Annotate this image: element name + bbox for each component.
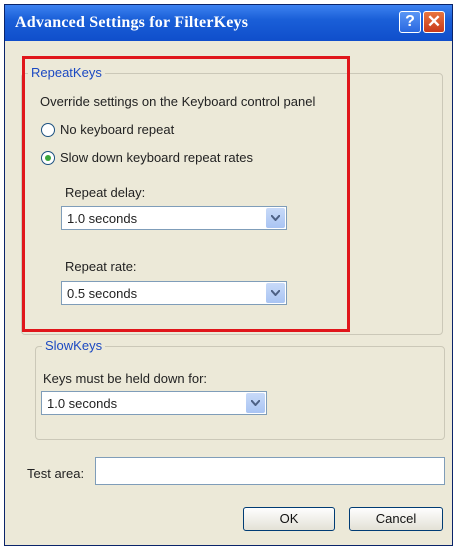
help-icon: ?	[405, 13, 415, 30]
cancel-button[interactable]: Cancel	[349, 507, 443, 531]
slowkeys-label: Keys must be held down for:	[43, 371, 208, 386]
slowkeys-dropdown[interactable]: 1.0 seconds	[41, 391, 267, 415]
test-area-label: Test area:	[27, 466, 85, 481]
title-bar[interactable]: Advanced Settings for FilterKeys ? ✕	[5, 5, 452, 41]
highlight-box	[22, 56, 350, 332]
help-button[interactable]: ?	[399, 11, 421, 33]
dropdown-arrow-icon[interactable]	[246, 393, 265, 413]
slowkeys-value: 1.0 seconds	[47, 396, 118, 411]
close-icon: ✕	[426, 12, 442, 31]
ok-button[interactable]: OK	[243, 507, 335, 531]
close-button[interactable]: ✕	[423, 11, 445, 33]
slowkeys-legend: SlowKeys	[42, 338, 106, 353]
test-area-input[interactable]	[95, 457, 445, 485]
window-title: Advanced Settings for FilterKeys	[15, 14, 249, 31]
